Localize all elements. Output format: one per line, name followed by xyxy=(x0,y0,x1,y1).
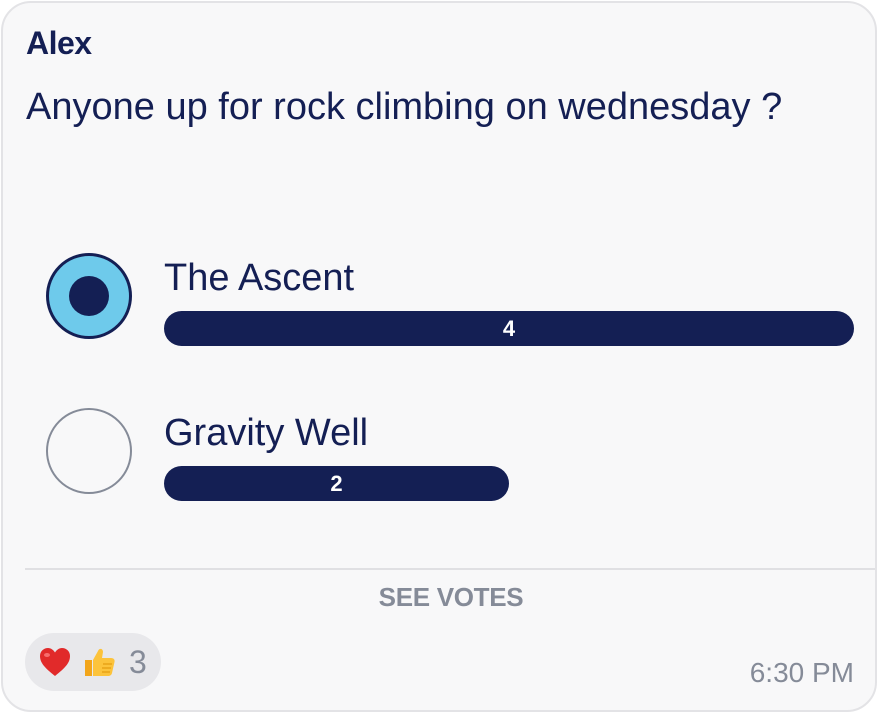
poll-question: Anyone up for rock climbing on wednesday… xyxy=(26,86,783,128)
vote-bar-fill: 4 xyxy=(164,311,854,346)
poll-option-label: The Ascent xyxy=(164,257,355,299)
heart-icon xyxy=(40,648,70,676)
poll-option-radio-selected[interactable] xyxy=(46,253,132,339)
divider xyxy=(25,568,875,570)
vote-bar-track: 2 xyxy=(164,466,854,501)
message-author: Alex xyxy=(26,25,92,61)
thumbs-up-icon xyxy=(85,648,115,676)
vote-bar-fill: 2 xyxy=(164,466,509,501)
message-timestamp: 6:30 PM xyxy=(749,657,854,688)
poll-option-gravity-well[interactable]: Gravity Well 2 xyxy=(3,408,875,518)
poll-option-label: Gravity Well xyxy=(164,412,369,454)
poll-message-card: Alex Anyone up for rock climbing on wedn… xyxy=(1,1,877,712)
poll-option-radio-unselected[interactable] xyxy=(46,408,132,494)
reactions-pill[interactable]: 3 xyxy=(25,633,161,691)
vote-count: 4 xyxy=(502,316,516,341)
vote-count: 2 xyxy=(330,471,343,496)
vote-bar-track: 4 xyxy=(164,311,854,346)
radio-selected-dot xyxy=(69,276,109,316)
see-votes-button[interactable]: SEE VOTES xyxy=(3,577,875,617)
reaction-count: 3 xyxy=(129,643,147,680)
poll-option-the-ascent[interactable]: The Ascent 4 xyxy=(3,253,875,363)
